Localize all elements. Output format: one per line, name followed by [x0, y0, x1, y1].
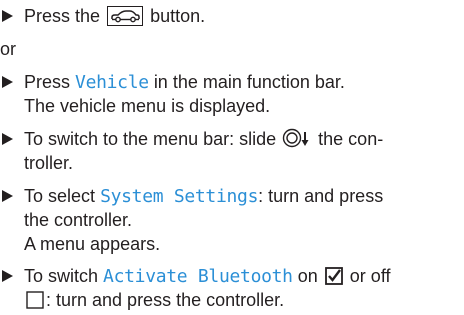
step-text-continuation: troller.: [24, 153, 74, 173]
step-select-system-settings: To select System Settings: turn and pres…: [0, 184, 462, 209]
bullet-triangle-icon: [2, 270, 13, 282]
step-press-vehicle: Press Vehicle in the main function bar.: [0, 70, 462, 95]
step-activate-bluetooth: To switch Activate Bluetooth on or off: [0, 264, 462, 291]
step-text: : turn and press the controller.: [46, 290, 285, 310]
step-text: on: [297, 266, 318, 286]
checked-box-icon: [324, 267, 343, 291]
activate-bluetooth-term: Activate Bluetooth: [103, 266, 293, 287]
step-press-car-button: Press the button.: [0, 4, 462, 28]
bullet-triangle-icon: [2, 76, 13, 88]
step-text: To switch: [24, 266, 99, 286]
step-text: Press: [24, 72, 71, 92]
step-text: the con-: [318, 129, 384, 149]
instruction-document: Press the button. or Press Vehicle in th…: [0, 0, 464, 310]
vehicle-term: Vehicle: [75, 72, 149, 93]
step-result: The vehicle menu is displayed.: [24, 96, 271, 116]
car-icon: [107, 6, 144, 26]
bullet-triangle-icon: [2, 190, 13, 202]
step-switch-menu-bar: To switch to the menu bar: slide the con…: [0, 127, 462, 154]
step-text: : turn and press: [258, 186, 384, 206]
controller-slide-down-icon: [282, 128, 312, 154]
step-text: To select: [24, 186, 96, 206]
step-result: A menu appears.: [24, 234, 161, 254]
system-settings-term: System Settings: [100, 186, 259, 207]
or-connector: or: [0, 39, 17, 59]
step-text: Press the: [24, 6, 101, 26]
bullet-triangle-icon: [2, 10, 13, 22]
bullet-triangle-icon: [2, 133, 13, 145]
step-text-continuation: the controller.: [24, 210, 133, 230]
step-text: To switch to the menu bar: slide: [24, 129, 277, 149]
step-text-continuation: : turn and press the controller.: [24, 288, 284, 315]
step-text: in the main function bar.: [153, 72, 345, 92]
step-text: button.: [150, 6, 206, 26]
step-text: or off: [349, 266, 391, 286]
unchecked-box-icon: [26, 291, 44, 315]
